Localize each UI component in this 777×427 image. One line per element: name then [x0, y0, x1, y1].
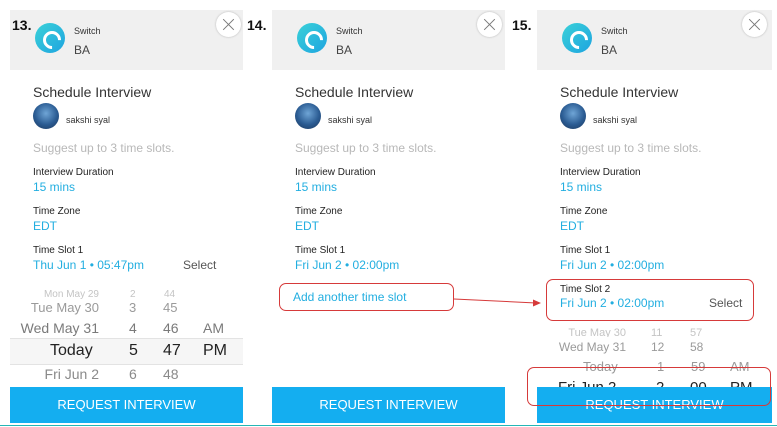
timezone-value[interactable]: EDT [295, 219, 319, 233]
modal-title: Schedule Interview [33, 84, 152, 100]
step-number: 13. [12, 17, 32, 33]
timezone-value[interactable]: EDT [33, 219, 57, 233]
step-number: 15. [512, 17, 532, 33]
avatar [33, 103, 59, 129]
picker-row[interactable]: Tue May 30 3 45 [7, 300, 247, 320]
timezone-label: Time Zone [560, 206, 608, 217]
time-slot-1-value[interactable]: Thu Jun 1 • 05:47pm [33, 258, 144, 272]
avatar [560, 103, 586, 129]
close-icon[interactable] [742, 12, 767, 37]
duration-value[interactable]: 15 mins [295, 180, 337, 194]
divider [0, 425, 777, 426]
duration-value[interactable]: 15 mins [33, 180, 75, 194]
annotation-highlight [546, 279, 754, 321]
company-name: Switch [336, 26, 363, 36]
time-slot-1-label: Time Slot 1 [295, 245, 346, 256]
screen-step-13: 13. Switch BA Schedule Interview sakshi … [7, 0, 267, 427]
time-slot-1-label: Time Slot 1 [33, 245, 84, 256]
company-subtitle: BA [601, 43, 618, 57]
switch-logo-icon [562, 23, 592, 53]
candidate-name: sakshi syal [593, 115, 638, 125]
timezone-label: Time Zone [33, 206, 81, 217]
switch-logo-icon [35, 23, 65, 53]
duration-value[interactable]: 15 mins [560, 180, 602, 194]
hint-text: Suggest up to 3 time slots. [560, 141, 702, 155]
hint-text: Suggest up to 3 time slots. [295, 141, 437, 155]
modal-title: Schedule Interview [560, 84, 679, 100]
avatar [295, 103, 321, 129]
candidate-name: sakshi syal [328, 115, 373, 125]
picker-row[interactable]: Wed May 31 12 58 [534, 340, 774, 360]
time-slot-1-label: Time Slot 1 [560, 245, 611, 256]
annotation-highlight [279, 283, 454, 311]
time-slot-1-value[interactable]: Fri Jun 2 • 02:00pm [295, 258, 399, 272]
screen-step-14: 14. Switch BA Schedule Interview sakshi … [247, 0, 529, 427]
timezone-label: Time Zone [295, 206, 343, 217]
timezone-value[interactable]: EDT [560, 219, 584, 233]
screen-step-15: 15. Switch BA Schedule Interview sakshi … [512, 0, 774, 427]
company-subtitle: BA [336, 43, 353, 57]
candidate-name: sakshi syal [66, 115, 111, 125]
duration-label: Interview Duration [560, 167, 641, 178]
picker-row-selected[interactable]: Today 5 47 PM [7, 342, 247, 364]
company-name: Switch [601, 26, 628, 36]
select-button[interactable]: Select [183, 258, 216, 272]
duration-label: Interview Duration [295, 167, 376, 178]
picker-row[interactable]: Wed May 31 4 46 AM [7, 320, 247, 340]
request-interview-button[interactable]: REQUEST INTERVIEW [10, 387, 243, 423]
hint-text: Suggest up to 3 time slots. [33, 141, 175, 155]
step-number: 14. [247, 17, 267, 33]
close-icon[interactable] [216, 12, 241, 37]
time-slot-1-value[interactable]: Fri Jun 2 • 02:00pm [560, 258, 664, 272]
switch-logo-icon [297, 23, 327, 53]
request-interview-button[interactable]: REQUEST INTERVIEW [272, 387, 505, 423]
company-subtitle: BA [74, 43, 91, 57]
modal-header: Switch BA [10, 10, 243, 70]
close-icon[interactable] [477, 12, 502, 37]
picker-row[interactable]: Fri Jun 2 6 48 [7, 366, 247, 386]
company-name: Switch [74, 26, 101, 36]
picker-row[interactable]: Tue May 30 11 57 [534, 327, 774, 337]
modal-title: Schedule Interview [295, 84, 414, 100]
annotation-highlight [527, 367, 771, 406]
modal-header: Switch BA [537, 10, 772, 70]
modal-header: Switch BA [272, 10, 505, 70]
picker-row[interactable]: Mon May 29 2 44 [7, 289, 247, 299]
duration-label: Interview Duration [33, 167, 114, 178]
